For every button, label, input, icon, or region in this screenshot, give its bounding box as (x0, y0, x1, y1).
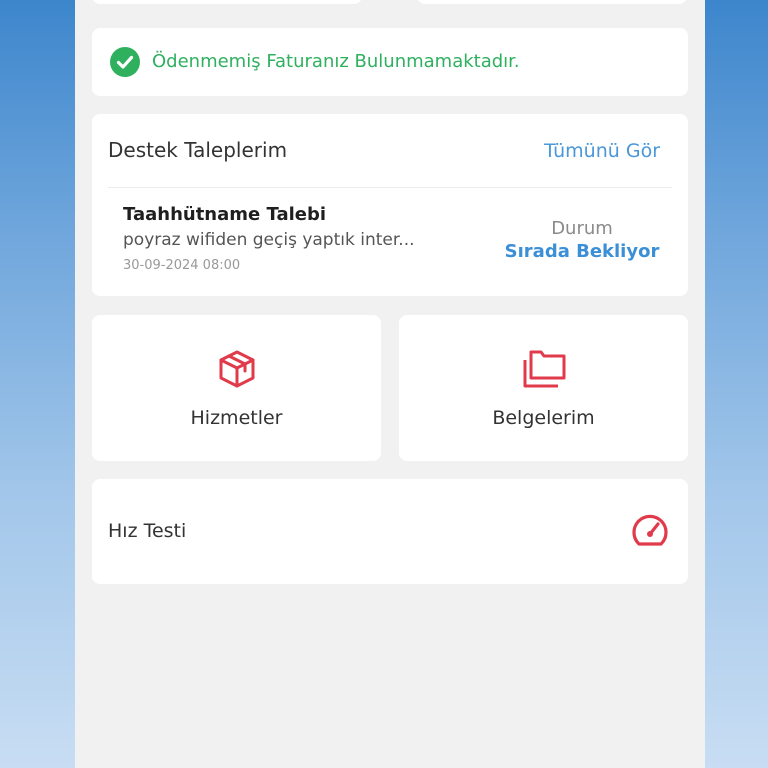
see-all-link[interactable]: Tümünü Gör (544, 140, 660, 162)
ticket-item[interactable]: Taahhütname Talebi poyraz wifiden geçiş … (92, 188, 688, 296)
ticket-status-value: Sırada Bekliyor (504, 241, 660, 262)
services-label: Hizmetler (190, 407, 283, 429)
ticket-description: poyraz wifiden geçiş yaptık inter... (123, 230, 415, 250)
ticket-date: 30-09-2024 08:00 (123, 258, 241, 273)
documents-tile[interactable]: Belgelerim (399, 315, 688, 461)
top-card-right[interactable] (417, 0, 687, 4)
speedometer-icon (630, 513, 670, 551)
ticket-title: Taahhütname Talebi (123, 204, 327, 225)
invoice-status-text: Ödenmemiş Faturanız Bulunmamaktadır. (152, 51, 520, 72)
support-requests-card: Destek Taleplerim Tümünü Gör Taahhütname… (92, 114, 688, 296)
invoice-status-card: Ödenmemiş Faturanız Bulunmamaktadır. (92, 28, 688, 96)
services-tile[interactable]: Hizmetler (92, 315, 381, 461)
check-circle-icon (110, 47, 140, 77)
documents-label: Belgelerim (492, 407, 595, 429)
support-requests-title: Destek Taleplerim (108, 138, 288, 162)
ticket-status-label: Durum (551, 218, 613, 239)
speed-test-label: Hız Testi (108, 520, 187, 542)
app-screen: Ödenmemiş Faturanız Bulunmamaktadır. Des… (75, 0, 705, 768)
folders-icon (521, 349, 567, 393)
top-card-left[interactable] (92, 0, 362, 4)
speed-test-card[interactable]: Hız Testi (92, 479, 688, 584)
box-icon (217, 349, 257, 393)
